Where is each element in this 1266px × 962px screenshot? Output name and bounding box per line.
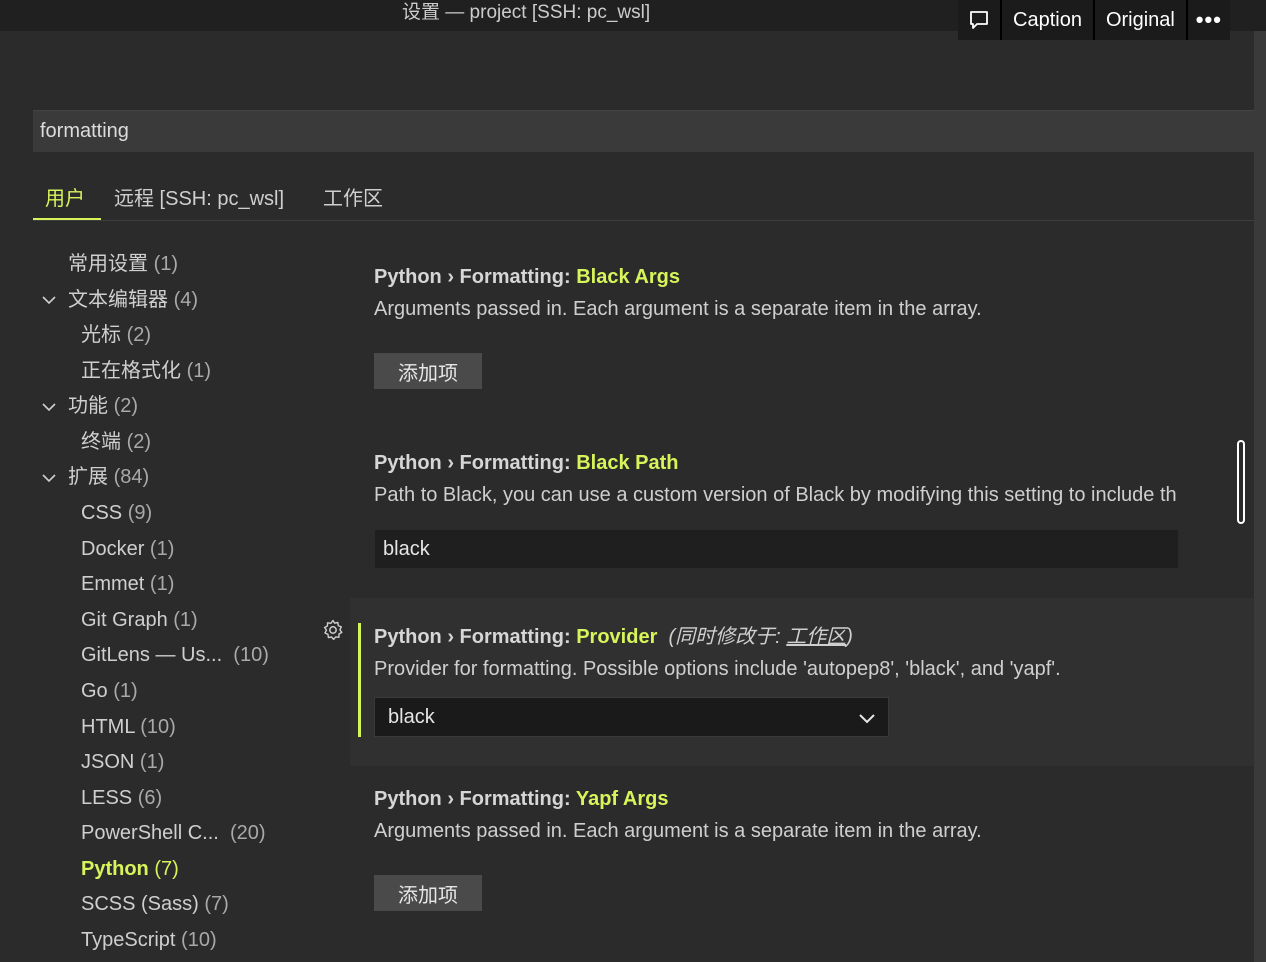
setting-description: Path to Black, you can use a custom vers… xyxy=(374,484,1177,506)
tab-remote[interactable]: 远程 [SSH: pc_wsl] xyxy=(114,182,284,211)
toc-item-terminal[interactable]: 终端 (2) xyxy=(81,429,151,455)
caption-button[interactable]: Caption xyxy=(1002,0,1095,40)
setting-title: Python › Formatting: Provider (同时修改于: 工作… xyxy=(374,626,853,648)
original-button[interactable]: Original xyxy=(1094,0,1188,40)
toc-item-text-editor[interactable]: 文本编辑器 (4) xyxy=(68,287,198,313)
toc-item-python[interactable]: Python (7) xyxy=(81,856,179,882)
toc-item-scss[interactable]: SCSS (Sass) (7) xyxy=(81,891,229,917)
scrollbar[interactable] xyxy=(1254,31,1266,962)
scrollbar-thumb[interactable] xyxy=(1237,440,1245,524)
search-input[interactable]: formatting xyxy=(33,110,1254,152)
setting-description: Provider for formatting. Possible option… xyxy=(374,658,1061,680)
ellipsis-icon: ••• xyxy=(1195,7,1222,32)
gear-icon[interactable] xyxy=(321,618,345,647)
chevron-down-icon[interactable] xyxy=(41,292,57,308)
toc-item-html[interactable]: HTML (10) xyxy=(81,714,176,740)
more-button[interactable]: ••• xyxy=(1187,0,1230,40)
toc-item-docker[interactable]: Docker (1) xyxy=(81,536,174,562)
toc-item-common[interactable]: 常用设置 (1) xyxy=(68,251,178,277)
overlay-toolbar: Caption Original ••• xyxy=(958,0,1230,40)
setting-description: Arguments passed in. Each argument is a … xyxy=(374,298,982,320)
setting-title: Python › Formatting: Black Args xyxy=(374,266,680,288)
search-input-value: formatting xyxy=(40,120,129,142)
toc-item-git-graph[interactable]: Git Graph (1) xyxy=(81,607,198,633)
setting-yapf-args: Python › Formatting: Yapf Args Arguments… xyxy=(374,788,982,843)
toc-item-gitlens[interactable]: GitLens — Us... (10) xyxy=(81,642,269,668)
toc-item-json[interactable]: JSON (1) xyxy=(81,749,164,775)
toc-item-typescript[interactable]: TypeScript (10) xyxy=(81,927,217,953)
toc-item-css[interactable]: CSS (9) xyxy=(81,500,152,526)
toc-item-powershell[interactable]: PowerShell C... (20) xyxy=(81,820,266,846)
setting-title: Python › Formatting: Yapf Args xyxy=(374,788,669,810)
setting-title: Python › Formatting: Black Path xyxy=(374,452,679,474)
chevron-down-icon[interactable] xyxy=(41,470,57,486)
toc-item-go[interactable]: Go (1) xyxy=(81,678,138,704)
tab-workspace[interactable]: 工作区 xyxy=(323,182,383,211)
comment-icon xyxy=(970,11,988,29)
toc-item-formatting[interactable]: 正在格式化 (1) xyxy=(81,358,211,384)
provider-select[interactable]: black xyxy=(374,697,889,737)
add-item-button[interactable]: 添加项 xyxy=(374,875,482,911)
toc-item-emmet[interactable]: Emmet (1) xyxy=(81,571,174,597)
setting-black-path: Python › Formatting: Black Path Path to … xyxy=(374,452,1234,507)
setting-description: Arguments passed in. Each argument is a … xyxy=(374,820,982,842)
settings-scope-tabs: 用户 远程 [SSH: pc_wsl] 工作区 xyxy=(33,176,1254,221)
window-title: 设置 — project [SSH: pc_wsl] xyxy=(402,2,651,23)
comment-button[interactable] xyxy=(958,0,1002,40)
setting-provider: Python › Formatting: Provider (同时修改于: 工作… xyxy=(374,620,1061,681)
workspace-link[interactable]: 工作区 xyxy=(786,626,846,648)
toc-item-extensions[interactable]: 扩展 (84) xyxy=(68,464,149,490)
toc-item-less[interactable]: LESS (6) xyxy=(81,785,162,811)
modified-indicator xyxy=(358,623,361,737)
toc-item-features[interactable]: 功能 (2) xyxy=(68,393,138,419)
active-tab-indicator xyxy=(33,218,101,220)
chevron-down-icon[interactable] xyxy=(41,399,57,415)
toc-item-cursor[interactable]: 光标 (2) xyxy=(81,322,151,348)
also-modified-note: (同时修改于: 工作区) xyxy=(668,626,853,648)
tab-user[interactable]: 用户 xyxy=(45,182,85,211)
setting-black-args: Python › Formatting: Black Args Argument… xyxy=(374,266,982,321)
provider-select-value: black xyxy=(388,705,435,728)
black-path-input-value: black xyxy=(383,537,430,560)
add-item-button[interactable]: 添加项 xyxy=(374,353,482,389)
black-path-input[interactable]: black xyxy=(374,529,1179,569)
chevron-down-icon xyxy=(858,710,876,733)
